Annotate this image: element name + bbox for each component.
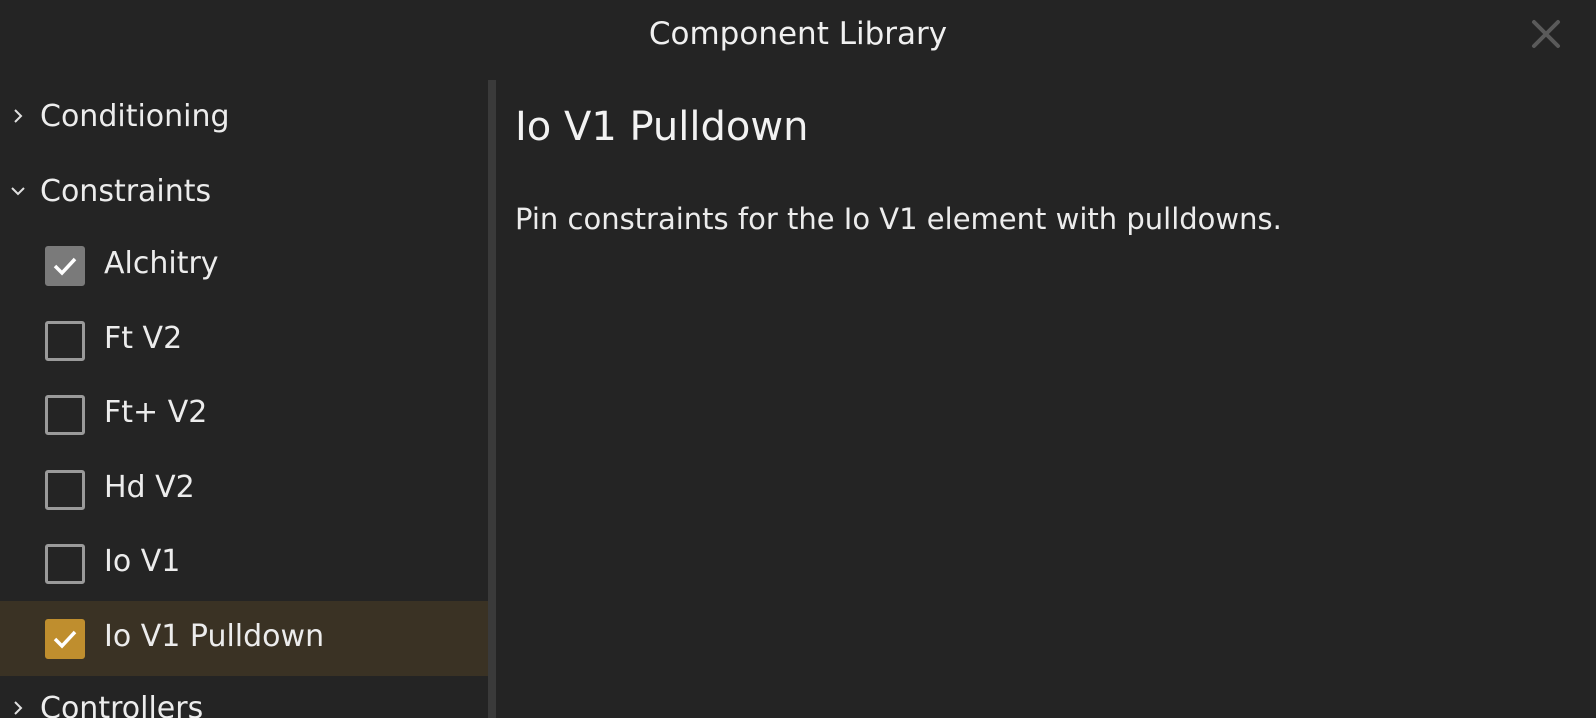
- chevron-right-icon: [8, 106, 28, 126]
- category-label: Conditioning: [40, 98, 230, 134]
- checkbox[interactable]: [45, 321, 85, 361]
- list-item-alchitry[interactable]: Alchitry: [0, 228, 488, 303]
- chevron-right-icon: [8, 698, 28, 718]
- close-button[interactable]: [1526, 14, 1566, 54]
- item-label: Hd V2: [104, 470, 195, 505]
- splitter[interactable]: [488, 80, 496, 718]
- category-conditioning[interactable]: Conditioning: [0, 86, 488, 146]
- list-item-io-v1-pulldown[interactable]: Io V1 Pulldown: [0, 601, 488, 676]
- item-label: Ft+ V2: [104, 395, 208, 430]
- checkbox[interactable]: [45, 544, 85, 584]
- window-title: Component Library: [648, 16, 948, 52]
- list-item-ft-v2[interactable]: Ft V2: [0, 303, 488, 378]
- chevron-down-icon: [8, 181, 28, 201]
- checkbox[interactable]: [45, 395, 85, 435]
- list-item-hd-v2[interactable]: Hd V2: [0, 452, 488, 527]
- category-controllers[interactable]: Controllers: [0, 678, 488, 718]
- checkbox[interactable]: [45, 470, 85, 510]
- item-label: Io V1 Pulldown: [104, 619, 325, 654]
- detail-title: Io V1 Pulldown: [515, 104, 809, 150]
- checkbox[interactable]: [45, 246, 85, 286]
- category-label: Controllers: [40, 690, 204, 718]
- title-bar: Component Library: [0, 0, 1596, 78]
- list-item-io-v1[interactable]: Io V1: [0, 526, 488, 601]
- checkmark-icon: [53, 257, 77, 276]
- category-constraints[interactable]: Constraints: [0, 161, 488, 221]
- checkmark-icon: [53, 630, 77, 649]
- item-label: Alchitry: [104, 246, 219, 281]
- list-item-ft-plus-v2[interactable]: Ft+ V2: [0, 377, 488, 452]
- close-icon: [1532, 20, 1560, 48]
- component-tree: Conditioning Constraints Alchitry Ft V2 …: [0, 78, 488, 718]
- item-label: Ft V2: [104, 321, 183, 356]
- detail-description: Pin constraints for the Io V1 element wi…: [515, 202, 1282, 236]
- category-label: Constraints: [40, 173, 212, 209]
- checkbox[interactable]: [45, 619, 85, 659]
- item-label: Io V1: [104, 544, 181, 579]
